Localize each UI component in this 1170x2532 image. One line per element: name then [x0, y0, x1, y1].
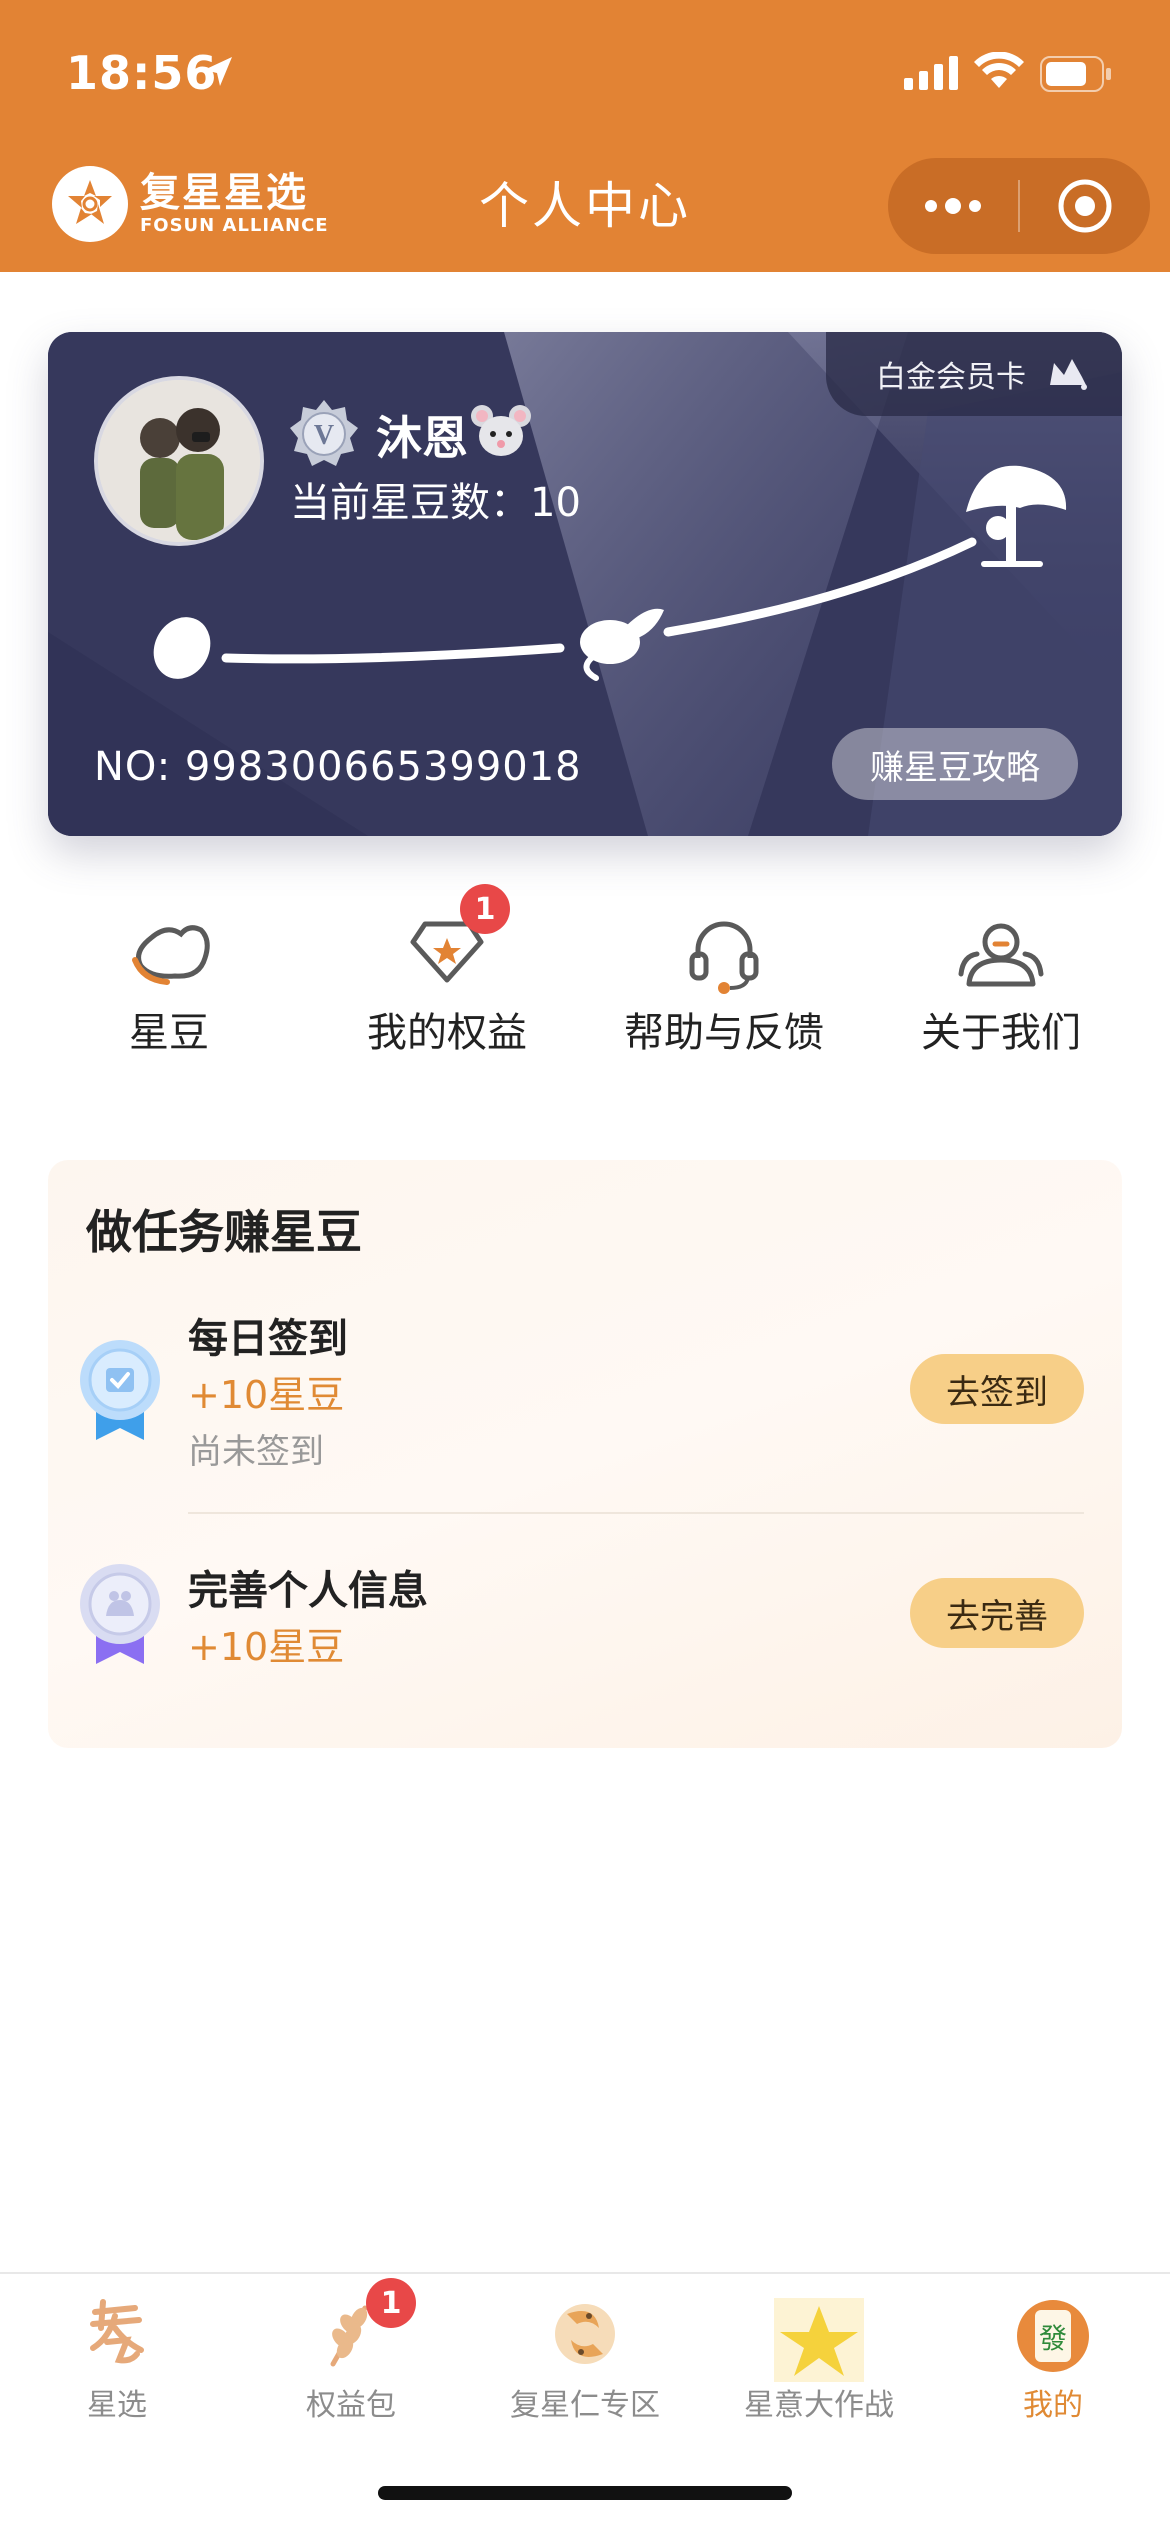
quick-item-about[interactable]: 关于我们 — [862, 900, 1140, 1080]
task-reward-checkin: +10星豆 — [188, 1373, 345, 1417]
tab-fosun-zone[interactable]: 复星仁专区 — [468, 2274, 702, 2424]
tab-label-benefit-pack: 权益包 — [306, 2388, 396, 2423]
headset-icon — [689, 921, 759, 994]
wifi-icon — [974, 52, 1024, 88]
quick-label-benefits: 我的权益 — [367, 1010, 527, 1056]
checkin-button[interactable]: 去签到 — [910, 1354, 1084, 1424]
location-arrow-icon — [204, 57, 232, 86]
tab-label-mine: 我的 — [1023, 2388, 1083, 2423]
quick-item-help[interactable]: 帮助与反馈 — [585, 900, 863, 1080]
task-name-checkin: 每日签到 — [188, 1316, 348, 1362]
quick-item-beans[interactable]: 星豆 — [30, 900, 308, 1080]
bean-sprout-icon — [580, 608, 664, 681]
quick-label-help: 帮助与反馈 — [624, 1010, 824, 1056]
star-icon — [774, 2298, 864, 2382]
mahjong-icon: 發 — [1017, 2300, 1089, 2372]
task-reward-profile: +10星豆 — [188, 1625, 345, 1669]
quick-label-about: 关于我们 — [921, 1010, 1081, 1056]
profile-medal-icon — [80, 1564, 160, 1664]
tab-label-fosun-zone: 复星仁专区 — [510, 2388, 660, 2423]
tab-label-xingxuan: 星选 — [87, 2388, 147, 2423]
bean-icon — [132, 925, 210, 985]
task-name-profile: 完善个人信息 — [188, 1568, 428, 1614]
xingxuan-icon — [90, 2299, 144, 2364]
quick-label-beans: 星豆 — [129, 1010, 209, 1056]
bean-tree-icon — [966, 465, 1067, 567]
tab-mine[interactable]: 發 我的 — [936, 2274, 1170, 2424]
team-icon — [958, 923, 1044, 987]
status-time: 18:56 — [66, 46, 218, 100]
tasks-title: 做任务赚星豆 — [86, 1205, 362, 1259]
tasks-panel: 做任务赚星豆 每日签到 +10星豆 尚未签到 去签到 完善个人信息 +10星豆 … — [48, 1160, 1122, 1748]
benefit-pack-badge: 1 — [366, 2278, 416, 2328]
member-number: NO: 998300665399018 — [94, 744, 582, 790]
target-circle-icon — [1058, 179, 1112, 233]
task-status-checkin: 尚未签到 — [188, 1432, 324, 1472]
checkin-medal-icon — [80, 1340, 160, 1440]
tab-xingxuan[interactable]: 星选 — [0, 2274, 234, 2424]
complete-profile-button[interactable]: 去完善 — [910, 1578, 1084, 1648]
app-header: 18:56 复星星选 FOSUN ALLIANCE 个人中心 — [0, 0, 1170, 272]
benefits-badge: 1 — [460, 884, 510, 934]
more-dots-icon — [925, 198, 981, 214]
more-button[interactable] — [888, 158, 1018, 254]
quick-menu: 星豆 1 我的权益 帮助与反馈 关于我们 — [0, 884, 1170, 1080]
tab-xingyi-battle[interactable]: 星意大作战 — [702, 2274, 936, 2424]
earn-beans-guide-button[interactable]: 赚星豆攻略 — [832, 728, 1078, 800]
miniprogram-capsule — [888, 158, 1150, 254]
battery-icon — [1040, 56, 1111, 92]
home-indicator — [378, 2486, 792, 2500]
signal-icon — [904, 56, 958, 90]
tab-label-xingyi-battle: 星意大作战 — [744, 2388, 894, 2423]
close-miniprogram-button[interactable] — [1020, 158, 1150, 254]
tab-benefit-pack[interactable]: 1 权益包 — [234, 2274, 468, 2424]
quick-item-benefits[interactable]: 1 我的权益 — [308, 884, 586, 1080]
task-divider — [188, 1512, 1084, 1514]
member-card[interactable]: 白金会员卡 V 沐恩 当前星豆数：10 NO: 998300665399018 … — [48, 332, 1122, 836]
koi-icon — [555, 2304, 615, 2364]
bean-seed-icon — [153, 617, 211, 679]
svg-text:發: 發 — [1039, 2322, 1067, 2355]
